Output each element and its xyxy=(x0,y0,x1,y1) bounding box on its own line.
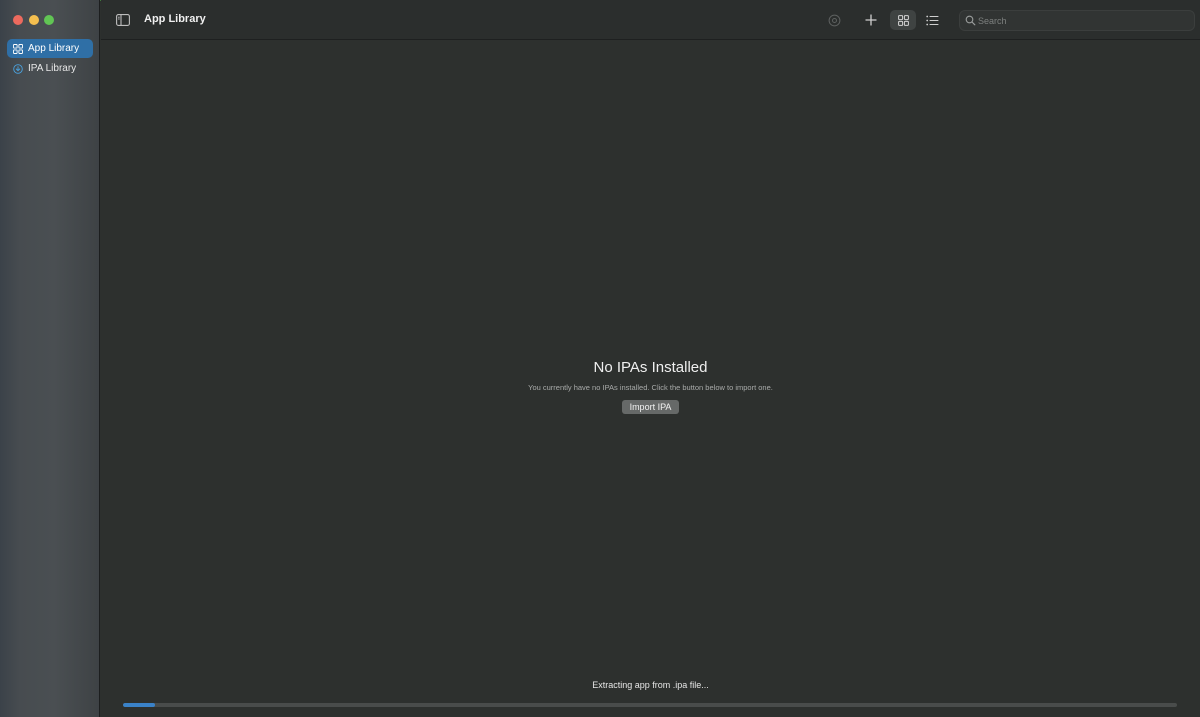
sidebar-item-app-library[interactable]: App Library xyxy=(7,39,93,58)
progress-bar xyxy=(123,703,1177,707)
progress-bar-fill xyxy=(123,703,155,707)
settings-button[interactable] xyxy=(821,10,847,30)
minimize-window-button[interactable] xyxy=(29,15,39,25)
sidebar-item-ipa-library[interactable]: IPA Library xyxy=(7,59,93,78)
search-field[interactable] xyxy=(959,10,1195,31)
import-ipa-button[interactable]: Import IPA xyxy=(622,400,679,414)
close-window-button[interactable] xyxy=(13,15,23,25)
list-view-icon xyxy=(925,15,938,25)
grid-view-button[interactable] xyxy=(890,10,916,30)
sidebar-item-label: IPA Library xyxy=(28,63,77,74)
sidebar-toggle-icon xyxy=(116,14,130,26)
maximize-window-button[interactable] xyxy=(44,15,54,25)
main-content: No IPAs Installed You currently have no … xyxy=(101,40,1200,717)
grid-icon xyxy=(13,43,23,54)
sidebar-item-label: App Library xyxy=(28,43,80,54)
toolbar: App Library xyxy=(101,0,1200,40)
gear-icon xyxy=(828,14,840,26)
search-icon xyxy=(965,15,976,26)
add-button[interactable] xyxy=(858,10,884,30)
sidebar-toggle-button[interactable] xyxy=(116,13,130,26)
grid-view-icon xyxy=(897,14,909,26)
list-view-button[interactable] xyxy=(919,10,945,30)
sidebar: App Library IPA Library xyxy=(0,0,100,717)
app-window: App Library IPA Library App Library Sear… xyxy=(0,0,1200,717)
plus-icon xyxy=(865,14,877,26)
toolbar-title: App Library xyxy=(144,13,206,25)
empty-state-title: No IPAs Installed xyxy=(593,359,708,376)
empty-state-message: You currently have no IPAs installed. Cl… xyxy=(528,383,773,392)
download-circle-icon xyxy=(13,63,23,74)
status-text: Extracting app from .ipa file... xyxy=(592,680,709,690)
search-input[interactable] xyxy=(978,13,1188,28)
